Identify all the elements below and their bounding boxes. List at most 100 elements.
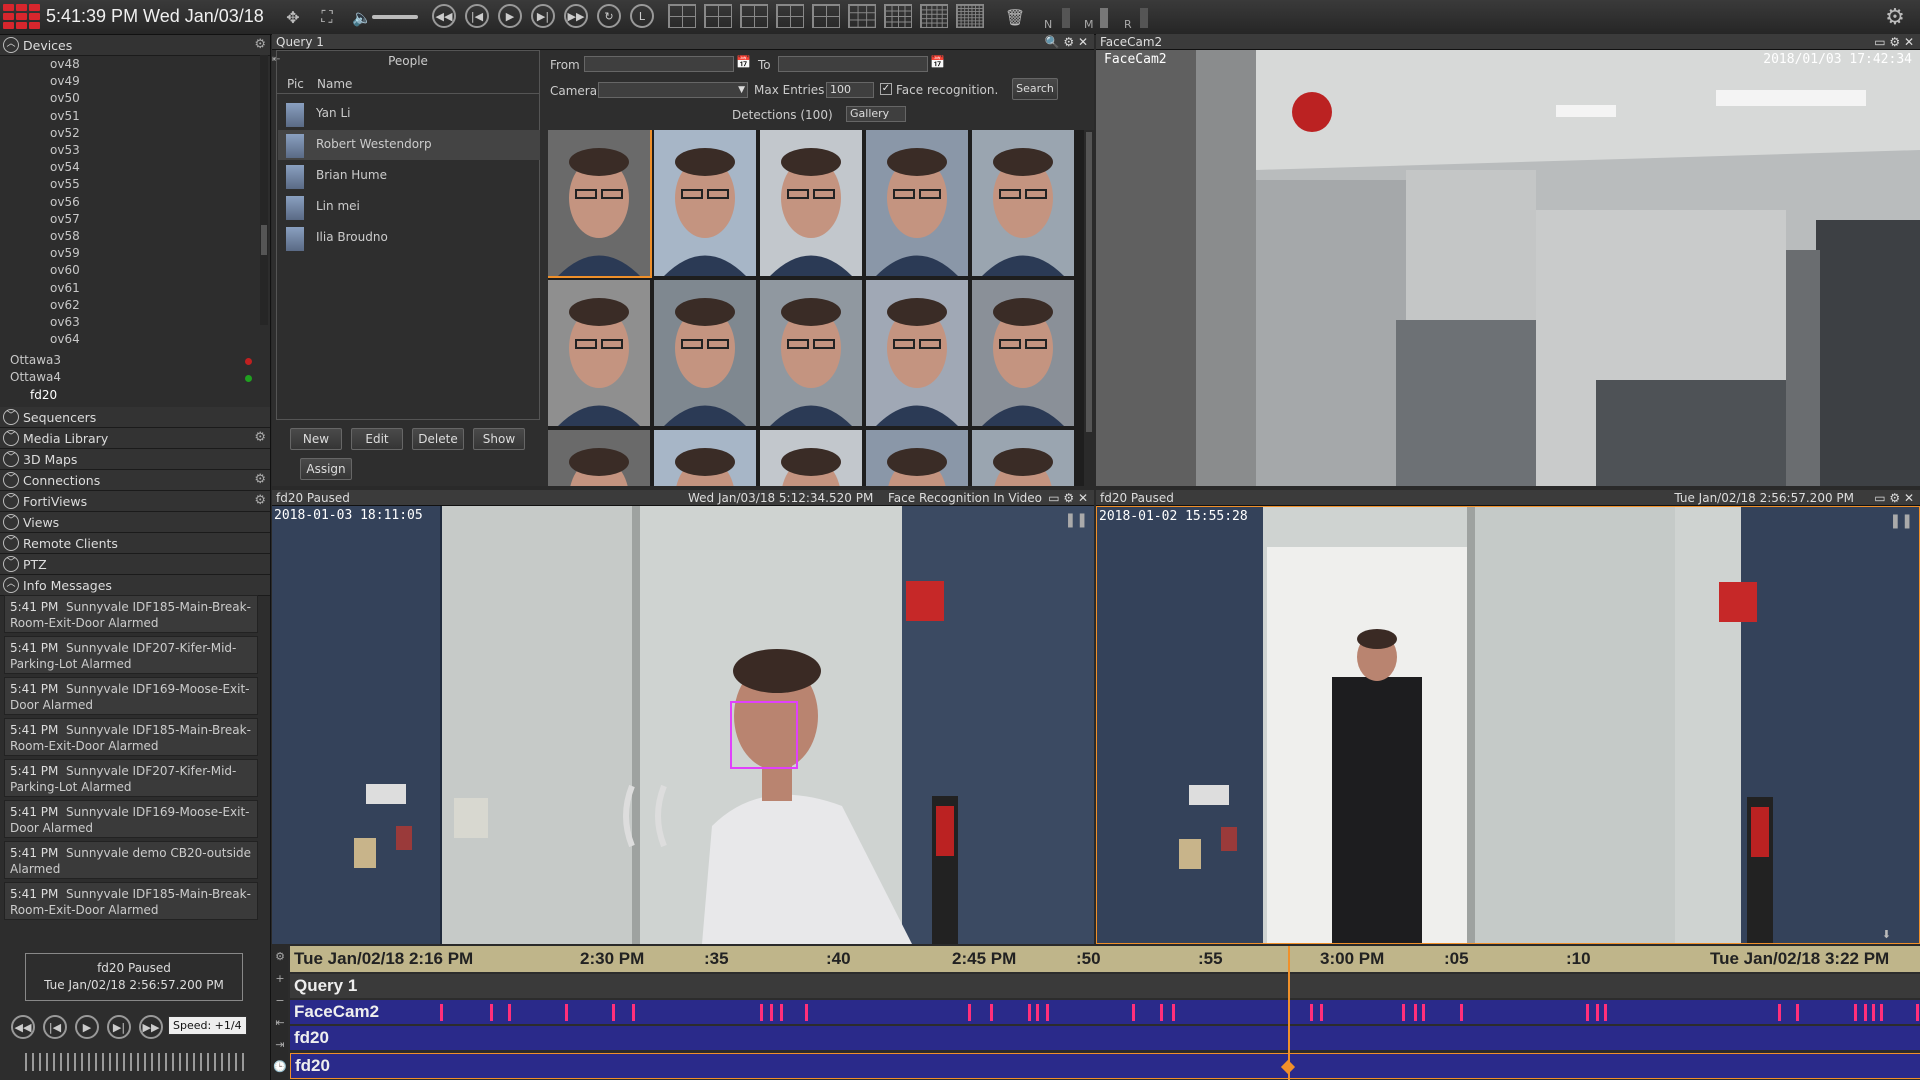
- detection-marker[interactable]: [1586, 1004, 1589, 1021]
- device-item[interactable]: ov62: [50, 298, 80, 312]
- step-back-icon[interactable]: |◀: [43, 1015, 67, 1039]
- video2-player[interactable]: 2018-01-02 15:55:28 ❚❚ ⬇: [1096, 506, 1920, 944]
- gear-icon[interactable]: ⚙: [254, 472, 266, 487]
- face-thumbnail[interactable]: [548, 280, 650, 426]
- detection-marker[interactable]: [805, 1004, 808, 1021]
- timeline-track-query-1[interactable]: Query 1: [290, 974, 1920, 998]
- detection-marker[interactable]: [770, 1004, 773, 1021]
- pause-icon[interactable]: ❚❚: [1890, 513, 1913, 529]
- device-item[interactable]: ov57: [50, 212, 80, 226]
- layout-4-icon[interactable]: [704, 4, 732, 28]
- pause-icon[interactable]: ❚❚: [1065, 512, 1088, 528]
- detection-marker[interactable]: [1422, 1004, 1425, 1021]
- speed-slider[interactable]: [25, 1053, 245, 1071]
- detection-marker[interactable]: [1854, 1004, 1857, 1021]
- layout-25-icon[interactable]: [920, 4, 948, 28]
- face-thumbnail[interactable]: [654, 430, 756, 486]
- gallery-select[interactable]: Gallery: [846, 106, 906, 122]
- section-views[interactable]: ﹀ Views: [0, 512, 270, 533]
- detection-marker[interactable]: [1604, 1004, 1607, 1021]
- device-item[interactable]: ov59: [50, 246, 80, 260]
- detection-marker[interactable]: [990, 1004, 993, 1021]
- fullscreen-icon[interactable]: ⛶: [314, 4, 340, 30]
- timeline-side-tools[interactable]: ⚙ + − ⇤ ⇥ 🕒: [272, 946, 288, 1080]
- volume-slider[interactable]: [372, 15, 418, 19]
- section-remote-clients[interactable]: ﹀ Remote Clients: [0, 533, 270, 554]
- section-3d-maps[interactable]: ﹀ 3D Maps: [0, 449, 270, 470]
- section-ptz[interactable]: ﹀ PTZ: [0, 554, 270, 575]
- face-thumbnail[interactable]: [866, 280, 968, 426]
- detection-marker[interactable]: [440, 1004, 443, 1021]
- device-item[interactable]: ov53: [50, 143, 80, 157]
- camera-select[interactable]: ▼: [598, 82, 748, 98]
- device-item[interactable]: ov58: [50, 229, 80, 243]
- face-thumbnail[interactable]: [972, 430, 1074, 486]
- detection-marker[interactable]: [1864, 1004, 1867, 1021]
- gear-icon[interactable]: ⚙: [254, 493, 266, 508]
- info-message[interactable]: 5:41 PM Sunnyvale IDF185-Main-Break-Room…: [4, 595, 258, 633]
- detection-marker[interactable]: [1310, 1004, 1313, 1021]
- section-sequencers[interactable]: ﹀ Sequencers: [0, 407, 270, 428]
- device-item[interactable]: ov51: [50, 109, 80, 123]
- detection-marker[interactable]: [1796, 1004, 1799, 1021]
- person-row[interactable]: Brian Hume: [278, 161, 540, 191]
- panel-controls[interactable]: 🔍 ⚙ ✕: [1045, 34, 1088, 50]
- device-item[interactable]: ov54: [50, 160, 80, 174]
- layout-6-icon[interactable]: [740, 4, 768, 28]
- scrollbar-thumb[interactable]: [1086, 132, 1092, 432]
- device-ottawa4[interactable]: Ottawa4: [10, 370, 61, 384]
- device-item[interactable]: ov63: [50, 315, 80, 329]
- timeline-track-fd20[interactable]: fd20: [290, 1026, 1920, 1050]
- face-thumbnail[interactable]: [654, 280, 756, 426]
- face-thumbnail[interactable]: [654, 130, 756, 276]
- play-icon[interactable]: ▶: [498, 4, 522, 28]
- panel-controls[interactable]: ▭ ⚙ ✕: [1048, 490, 1088, 506]
- section-fortiviews[interactable]: ﹀ FortiViews ⚙: [0, 491, 270, 512]
- detection-marker[interactable]: [490, 1004, 493, 1021]
- device-ottawa3[interactable]: Ottawa3: [10, 353, 61, 367]
- face-thumbnail[interactable]: [548, 430, 650, 486]
- delete-button[interactable]: Delete: [412, 428, 464, 450]
- face-thumbnail[interactable]: [760, 430, 862, 486]
- detection-marker[interactable]: [632, 1004, 635, 1021]
- detection-marker[interactable]: [1028, 1004, 1031, 1021]
- detection-marker[interactable]: [1916, 1004, 1919, 1021]
- gallery-scrollbar[interactable]: [1084, 130, 1094, 486]
- video1-player[interactable]: 2018-01-03 18:11:05 ❚❚: [272, 506, 1094, 944]
- detection-marker[interactable]: [968, 1004, 971, 1021]
- detection-marker[interactable]: [1872, 1004, 1875, 1021]
- layout-9-icon[interactable]: [812, 4, 840, 28]
- assign-button[interactable]: Assign: [300, 458, 352, 480]
- person-row[interactable]: Robert Westendorp: [278, 130, 540, 160]
- search-button[interactable]: Search: [1012, 78, 1058, 100]
- device-item[interactable]: ov55: [50, 177, 80, 191]
- gear-icon[interactable]: ⚙: [254, 37, 266, 52]
- detection-marker[interactable]: [1460, 1004, 1463, 1021]
- section-connections[interactable]: ﹀ Connections ⚙: [0, 470, 270, 491]
- face-thumbnail[interactable]: [760, 130, 862, 276]
- info-message[interactable]: 5:41 PM Sunnyvale IDF185-Main-Break-Room…: [4, 718, 258, 756]
- detection-marker[interactable]: [1880, 1004, 1883, 1021]
- live-icon[interactable]: L: [630, 4, 654, 28]
- device-fd20[interactable]: fd20: [30, 388, 57, 402]
- fast-forward-icon[interactable]: ▶▶: [139, 1015, 163, 1039]
- device-item[interactable]: ov60: [50, 263, 80, 277]
- move-icon[interactable]: ✥: [280, 4, 306, 30]
- play-icon[interactable]: ▶: [75, 1015, 99, 1039]
- detection-marker[interactable]: [1402, 1004, 1405, 1021]
- step-forward-icon[interactable]: ▶|: [531, 4, 555, 28]
- calendar-icon[interactable]: 📅: [930, 55, 945, 69]
- rewind-icon[interactable]: ◀◀: [432, 4, 456, 28]
- detection-marker[interactable]: [1036, 1004, 1039, 1021]
- to-input[interactable]: [778, 56, 928, 72]
- edit-button[interactable]: Edit: [351, 428, 403, 450]
- layout-12-icon[interactable]: [848, 4, 876, 28]
- section-info-messages[interactable]: ︿ Info Messages: [0, 575, 270, 596]
- info-message[interactable]: 5:41 PM Sunnyvale IDF185-Main-Break-Room…: [4, 882, 258, 920]
- settings-gear-icon[interactable]: ⚙: [1880, 4, 1910, 30]
- detection-marker[interactable]: [1778, 1004, 1781, 1021]
- info-message[interactable]: 5:41 PM Sunnyvale IDF169-Moose-Exit-Door…: [4, 677, 258, 715]
- face-thumbnail[interactable]: [972, 280, 1074, 426]
- timeline-track-fd20[interactable]: fd20: [290, 1053, 1920, 1079]
- layout-1-icon[interactable]: [668, 4, 696, 28]
